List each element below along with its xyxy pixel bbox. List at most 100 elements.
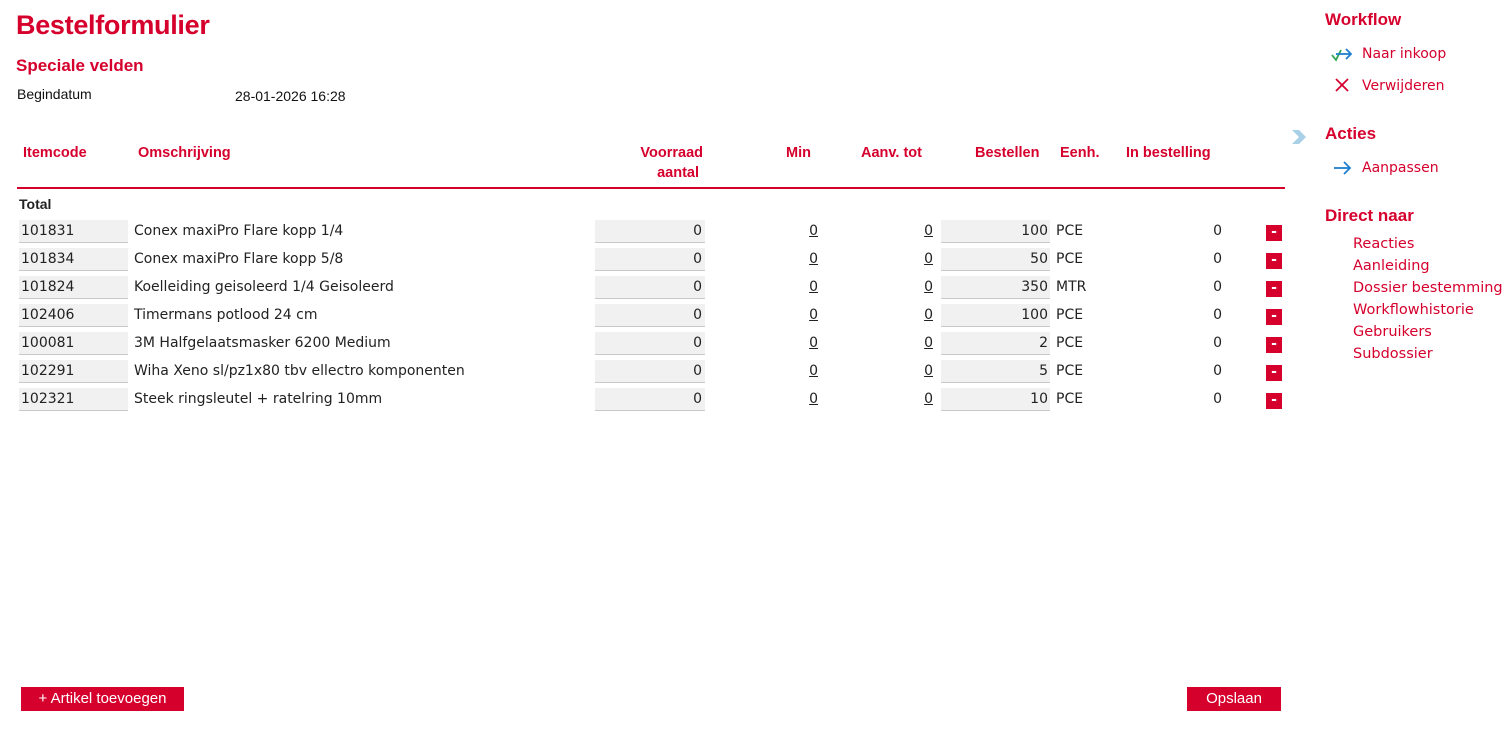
min-link[interactable]: 0: [790, 332, 818, 355]
direct-link-gebruikers[interactable]: Gebruikers: [1353, 324, 1432, 340]
delete-row-button[interactable]: -: [1266, 281, 1282, 297]
direct-link-subdossier[interactable]: Subdossier: [1353, 346, 1433, 362]
min-link[interactable]: 0: [790, 360, 818, 383]
column-header-voorraad-line2: aantal: [657, 165, 699, 181]
save-button[interactable]: Opslaan: [1187, 687, 1281, 711]
column-header-eenh: Eenh.: [1060, 145, 1100, 161]
unit-cell: PCE: [1056, 335, 1084, 351]
order-quantity-field[interactable]: 100: [941, 304, 1050, 327]
direct-link-aanleiding[interactable]: Aanleiding: [1353, 258, 1430, 274]
order-quantity-field[interactable]: 100: [941, 220, 1050, 243]
workflow-action-verwijderen[interactable]: Verwijderen: [1330, 75, 1445, 97]
min-link[interactable]: 0: [790, 220, 818, 243]
column-header-bestellen: Bestellen: [975, 145, 1040, 161]
in-order-cell: 0: [1213, 223, 1222, 239]
table-row: 102321 Steek ringsleutel + ratelring 10mm…: [0, 388, 1290, 416]
min-link[interactable]: 0: [790, 304, 818, 327]
delete-row-button[interactable]: -: [1266, 365, 1282, 381]
in-order-cell: 0: [1213, 335, 1222, 351]
workflow-action-naar-inkoop[interactable]: Naar inkoop: [1330, 43, 1446, 65]
direct-naar-title: Direct naar: [1325, 206, 1414, 225]
direct-link-reacties[interactable]: Reacties: [1353, 236, 1414, 252]
workflow-action-label: Verwijderen: [1362, 78, 1445, 94]
delete-row-button[interactable]: -: [1266, 225, 1282, 241]
special-fields-title: Speciale velden: [16, 56, 144, 75]
unit-cell: PCE: [1056, 391, 1084, 407]
itemcode-cell: 101831: [19, 220, 128, 243]
column-header-aanv-tot: Aanv. tot: [861, 145, 922, 161]
direct-link-workflowhistorie[interactable]: Workflowhistorie: [1353, 302, 1474, 318]
min-link[interactable]: 0: [790, 276, 818, 299]
order-quantity-field[interactable]: 350: [941, 276, 1050, 299]
page-title: Bestelformulier: [16, 10, 210, 40]
itemcode-cell: 101824: [19, 276, 128, 299]
unit-cell: PCE: [1056, 251, 1084, 267]
add-article-button[interactable]: + Artikel toevoegen: [21, 687, 184, 711]
unit-cell: PCE: [1056, 363, 1084, 379]
itemcode-cell: 101834: [19, 248, 128, 271]
stock-quantity-field[interactable]: 0: [595, 360, 705, 383]
column-header-voorraad-line1: Voorraad: [640, 145, 703, 161]
delete-row-button[interactable]: -: [1266, 393, 1282, 409]
header-divider: [17, 187, 1285, 189]
description-cell: 3M Halfgelaatsmasker 6200 Medium: [134, 335, 391, 351]
stock-quantity-field[interactable]: 0: [595, 276, 705, 299]
table-row: 101834 Conex maxiPro Flare kopp 5/8 0 0 0 50 P…: [0, 248, 1290, 276]
delete-row-button[interactable]: -: [1266, 253, 1282, 269]
stock-quantity-field[interactable]: 0: [595, 220, 705, 243]
action-label: Aanpassen: [1362, 160, 1439, 176]
column-header-in-bestelling: In bestelling: [1126, 145, 1211, 161]
min-link[interactable]: 0: [790, 248, 818, 271]
in-order-cell: 0: [1213, 363, 1222, 379]
order-quantity-field[interactable]: 2: [941, 332, 1050, 355]
table-row: 102406 Timermans potlood 24 cm 0 0 0 100 PCE 0 -: [0, 304, 1290, 332]
action-aanpassen[interactable]: Aanpassen: [1330, 157, 1439, 179]
unit-cell: MTR: [1056, 279, 1087, 295]
aanv-tot-link[interactable]: 0: [905, 332, 933, 355]
order-quantity-field[interactable]: 50: [941, 248, 1050, 271]
description-cell: Wiha Xeno sl/pz1x80 tbv ellectro kompone…: [134, 363, 465, 379]
aanv-tot-link[interactable]: 0: [905, 220, 933, 243]
arrow-right-icon: [1334, 161, 1352, 175]
table-row: 101831 Conex maxiPro Flare kopp 1/4 0 0 0 100…: [0, 220, 1290, 248]
direct-link-dossier-bestemming[interactable]: Dossier bestemming: [1353, 280, 1503, 296]
column-header-voorraad: Voorraad aantal: [603, 143, 703, 183]
column-header-min: Min: [786, 145, 811, 161]
order-quantity-field[interactable]: 10: [941, 388, 1050, 411]
aanv-tot-link[interactable]: 0: [905, 360, 933, 383]
aanv-tot-link[interactable]: 0: [905, 304, 933, 327]
column-header-omschrijving: Omschrijving: [138, 145, 231, 161]
begindatum-value: 28-01-2026 16:28: [235, 88, 346, 104]
description-cell: Conex maxiPro Flare kopp 5/8: [134, 251, 344, 267]
aanv-tot-link[interactable]: 0: [905, 388, 933, 411]
unit-cell: PCE: [1056, 307, 1084, 323]
chevron-right-icon[interactable]: [1290, 128, 1308, 146]
stock-quantity-field[interactable]: 0: [595, 248, 705, 271]
delete-row-button[interactable]: -: [1266, 309, 1282, 325]
delete-row-button[interactable]: -: [1266, 337, 1282, 353]
unit-cell: PCE: [1056, 223, 1084, 239]
stock-quantity-field[interactable]: 0: [595, 332, 705, 355]
itemcode-cell: 102291: [19, 360, 128, 383]
table-row: 102291 Wiha Xeno sl/pz1x80 tbv ellectro k…: [0, 360, 1290, 388]
min-link[interactable]: 0: [790, 388, 818, 411]
table-row: 100081 3M Halfgelaatsmasker 6200 Medium 0 0…: [0, 332, 1290, 360]
order-quantity-field[interactable]: 5: [941, 360, 1050, 383]
aanv-tot-link[interactable]: 0: [905, 276, 933, 299]
description-cell: Koelleiding geisoleerd 1/4 Geisoleerd: [134, 279, 394, 295]
stock-quantity-field[interactable]: 0: [595, 388, 705, 411]
table-row: 101824 Koelleiding geisoleerd 1/4 Geisole…: [0, 276, 1290, 304]
aanv-tot-link[interactable]: 0: [905, 248, 933, 271]
in-order-cell: 0: [1213, 307, 1222, 323]
in-order-cell: 0: [1213, 279, 1222, 295]
close-icon: [1335, 78, 1349, 92]
total-label: Total: [19, 196, 52, 212]
workflow-title: Workflow: [1325, 10, 1402, 29]
column-header-itemcode: Itemcode: [23, 145, 87, 161]
description-cell: Steek ringsleutel + ratelring 10mm: [134, 391, 383, 407]
actions-title: Acties: [1325, 124, 1377, 143]
workflow-action-label: Naar inkoop: [1362, 46, 1447, 62]
stock-quantity-field[interactable]: 0: [595, 304, 705, 327]
forward-arrow-check-icon: [1331, 48, 1353, 62]
itemcode-cell: 102406: [19, 304, 128, 327]
